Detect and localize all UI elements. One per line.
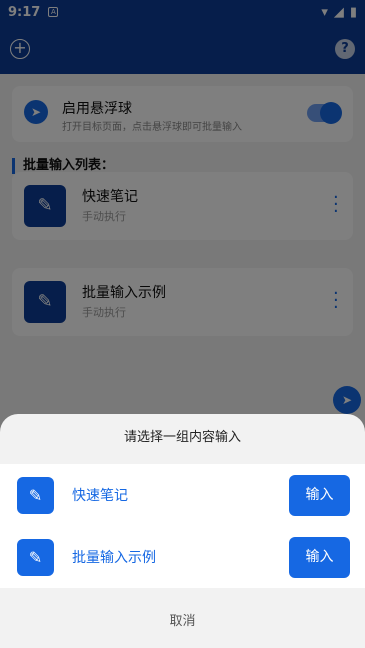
bottom-sheet: 请选择一组内容输入 ✎ 快速笔记 输入 ✎ 批量输入示例 输入 取消 <box>0 414 365 648</box>
sheet-row-label: 快速笔记 <box>72 488 128 504</box>
cancel-button[interactable]: 取消 <box>0 602 365 642</box>
sheet-list: ✎ 快速笔记 输入 ✎ 批量输入示例 输入 <box>0 464 365 588</box>
sheet-row: ✎ 批量输入示例 输入 <box>0 526 365 588</box>
sheet-row: ✎ 快速笔记 输入 <box>0 464 365 526</box>
input-button[interactable]: 输入 <box>289 537 350 578</box>
input-button[interactable]: 输入 <box>289 475 350 516</box>
sheet-row-label: 批量输入示例 <box>72 550 156 566</box>
sheet-title: 请选择一组内容输入 <box>123 430 241 445</box>
edit-icon: ✎ <box>17 477 54 514</box>
edit-icon: ✎ <box>17 539 54 576</box>
